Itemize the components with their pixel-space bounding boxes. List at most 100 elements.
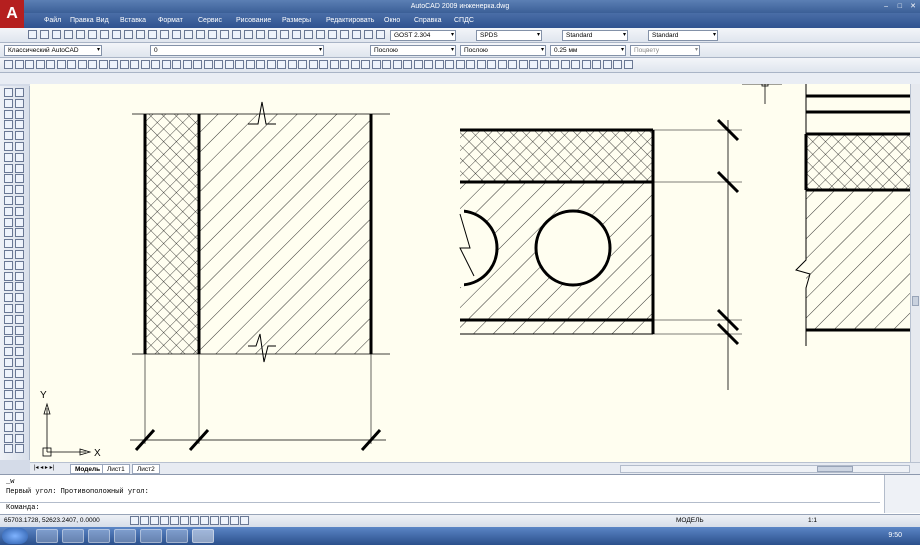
menu-modify[interactable]: Редактировать [326, 13, 374, 28]
dimension-tool-icon[interactable] [214, 60, 223, 69]
standard-tool-icon[interactable] [340, 30, 349, 39]
dimension-tool-icon[interactable] [487, 60, 496, 69]
draw-tool-icon[interactable] [4, 293, 13, 303]
mleader-style-select[interactable]: Standard ▾ [648, 30, 718, 41]
draw-tool-icon[interactable] [4, 433, 13, 443]
draw-tool-icon[interactable] [15, 433, 24, 443]
dimension-tool-icon[interactable] [392, 60, 402, 69]
dimension-tool-icon[interactable] [298, 60, 307, 69]
draw-tool-icon[interactable] [15, 401, 24, 411]
standard-tool-icon[interactable] [172, 30, 181, 39]
draw-tool-icon[interactable] [4, 401, 13, 411]
standard-tool-icon[interactable] [88, 30, 97, 39]
standard-tool-icon[interactable] [280, 30, 289, 39]
autocad-logo[interactable]: A [0, 0, 24, 28]
standard-tool-icon[interactable] [148, 30, 157, 39]
draw-tool-icon[interactable] [15, 379, 24, 389]
table-style-select[interactable]: Standard ▾ [562, 30, 628, 41]
dimension-tool-icon[interactable] [46, 60, 55, 69]
draw-tool-icon[interactable] [15, 120, 24, 130]
draw-tool-icon[interactable] [15, 293, 24, 303]
standard-tool-icon[interactable] [304, 30, 313, 39]
dimension-tool-icon[interactable] [340, 60, 349, 69]
draw-tool-icon[interactable] [15, 152, 24, 162]
draw-tool-icon[interactable] [15, 347, 24, 357]
standard-tool-icon[interactable] [268, 30, 277, 39]
draw-tool-icon[interactable] [15, 336, 24, 346]
draw-tool-icon[interactable] [4, 444, 13, 454]
dimension-tool-icon[interactable] [140, 60, 150, 69]
draw-tool-icon[interactable] [4, 109, 13, 119]
dimension-tool-icon[interactable] [508, 60, 517, 69]
draw-tool-icon[interactable] [4, 228, 13, 238]
draw-tool-icon[interactable] [15, 196, 24, 205]
dimension-tool-icon[interactable] [151, 60, 160, 69]
partial-section-detail[interactable] [795, 84, 910, 346]
status-toggle-icon[interactable] [140, 516, 149, 525]
menu-help[interactable]: Справка [414, 13, 441, 28]
draw-tool-icon[interactable] [4, 260, 13, 270]
draw-tool-icon[interactable] [4, 217, 13, 227]
menu-view[interactable]: Вид [96, 13, 109, 28]
command-input[interactable]: Команда: [0, 502, 880, 513]
menu-service[interactable]: Сервис [198, 13, 222, 28]
draw-tool-icon[interactable] [15, 314, 24, 324]
hscroll-thumb[interactable] [817, 466, 853, 472]
dimension-tool-icon[interactable] [613, 60, 622, 69]
dimension-tool-icon[interactable] [361, 60, 370, 69]
standard-tool-icon[interactable] [256, 30, 265, 39]
color-select[interactable]: Послою ▾ [370, 45, 456, 56]
dimension-tool-icon[interactable] [529, 60, 538, 69]
layer-select[interactable]: 0 ▾ [150, 45, 324, 56]
draw-tool-icon[interactable] [15, 271, 24, 281]
dimension-tool-icon[interactable] [403, 60, 412, 69]
status-toggle-icon[interactable] [240, 516, 249, 525]
standard-tool-icon[interactable] [364, 30, 373, 39]
draw-tool-icon[interactable] [4, 271, 13, 281]
minimize-icon[interactable]: – [884, 0, 888, 13]
dimension-tool-icon[interactable] [266, 60, 276, 69]
draw-tool-icon[interactable] [4, 142, 13, 151]
draw-tool-icon[interactable] [15, 260, 24, 270]
dimension-tool-icon[interactable] [109, 60, 118, 69]
dimension-tool-icon[interactable] [382, 60, 391, 69]
status-toggle-icon[interactable] [170, 516, 179, 525]
standard-tool-icon[interactable] [328, 30, 337, 39]
menu-spds[interactable]: СПДС [454, 13, 474, 28]
standard-tool-icon[interactable] [100, 30, 109, 39]
dimension-tool-icon[interactable] [14, 60, 24, 69]
draw-tool-icon[interactable] [15, 412, 24, 421]
draw-tool-icon[interactable] [4, 250, 13, 259]
dimension-tool-icon[interactable] [161, 60, 171, 69]
dimension-tool-icon[interactable] [182, 60, 192, 69]
dimension-tool-icon[interactable] [287, 60, 297, 69]
dimension-tool-icon[interactable] [476, 60, 486, 69]
draw-tool-icon[interactable] [4, 325, 13, 335]
standard-tool-icon[interactable] [352, 30, 361, 39]
dimension-tool-icon[interactable] [560, 60, 570, 69]
dimension-tool-icon[interactable] [224, 60, 234, 69]
dimension-tool-icon[interactable] [602, 60, 612, 69]
taskbar-autocad-icon[interactable] [192, 529, 214, 543]
dimension-tool-icon[interactable] [445, 60, 454, 69]
standard-tool-icon[interactable] [76, 30, 85, 39]
draw-tool-icon[interactable] [4, 120, 13, 130]
dimension-tool-icon[interactable] [319, 60, 328, 69]
dimension-tool-icon[interactable] [413, 60, 423, 69]
draw-tool-icon[interactable] [4, 379, 13, 389]
workspace-select[interactable]: Классический AutoCAD ▾ [4, 45, 102, 56]
lineweight-select[interactable]: 0.25 мм ▾ [550, 45, 626, 56]
draw-tool-icon[interactable] [15, 131, 24, 141]
draw-tool-icon[interactable] [15, 228, 24, 238]
draw-tool-icon[interactable] [4, 314, 13, 324]
status-toggle-icon[interactable] [150, 516, 159, 525]
draw-tool-icon[interactable] [4, 422, 13, 432]
dimension-tool-icon[interactable] [308, 60, 318, 69]
dimension-tool-icon[interactable] [56, 60, 66, 69]
dimension-tool-icon[interactable] [67, 60, 76, 69]
draw-tool-icon[interactable] [15, 422, 24, 432]
standard-tool-icon[interactable] [220, 30, 229, 39]
dimension-tool-icon[interactable] [518, 60, 528, 69]
draw-tool-icon[interactable] [4, 131, 13, 141]
start-button[interactable] [2, 528, 28, 544]
